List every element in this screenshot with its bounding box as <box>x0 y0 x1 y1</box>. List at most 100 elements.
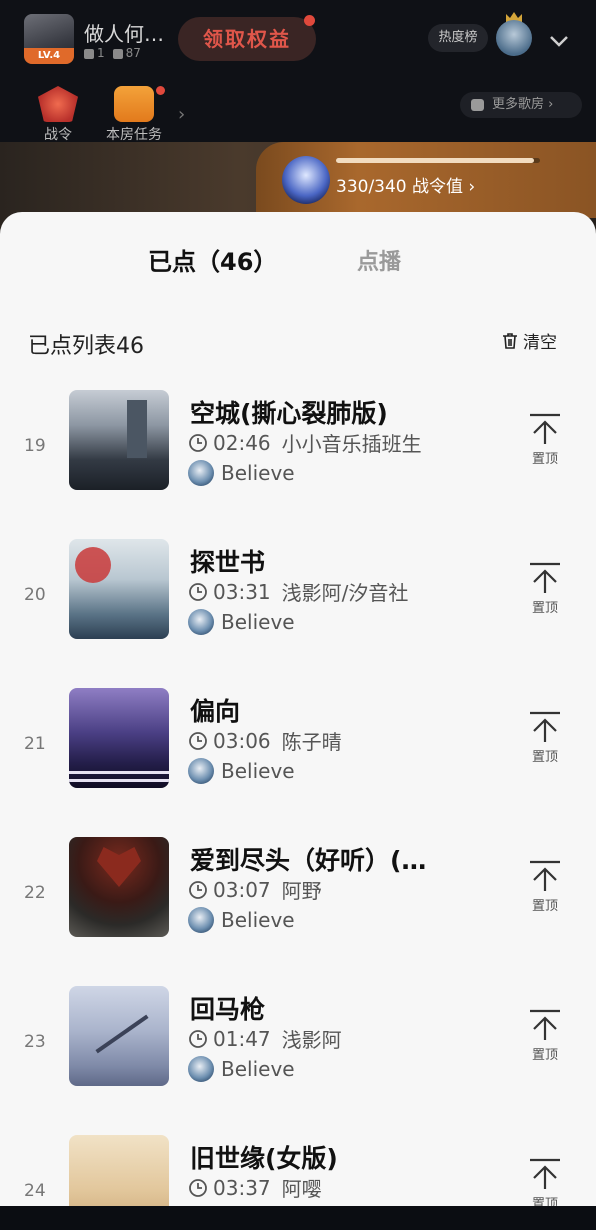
requester-name: Believe <box>221 759 295 783</box>
requester-avatar <box>188 907 214 933</box>
clock-icon <box>189 582 207 601</box>
requester-avatar <box>188 758 214 784</box>
song-title: 探世书 <box>190 548 266 577</box>
battle-pass-progress <box>336 158 540 163</box>
song-title: 回马枪 <box>190 995 266 1024</box>
song-artist: 浅影阿/汐音社 <box>281 581 409 605</box>
notification-dot <box>156 86 165 95</box>
song-artist: 小小音乐插班生 <box>281 432 422 456</box>
pin-to-top-button[interactable]: 置顶 <box>524 561 566 616</box>
list-title: 已点列表46 <box>28 334 144 359</box>
battle-pass-text[interactable]: 330/340 战令值 › <box>336 172 475 197</box>
requester: Believe <box>188 758 295 784</box>
requester-name: Believe <box>221 1057 295 1081</box>
album-cover[interactable] <box>69 688 169 788</box>
song-meta: 03:37 阿嘤 <box>188 1173 322 1202</box>
chevron-right-icon[interactable]: › <box>178 104 185 125</box>
pin-to-top-button[interactable]: 置顶 <box>524 859 566 914</box>
user-icon <box>84 48 94 59</box>
system-nav-bar <box>0 1206 596 1230</box>
pin-top-icon <box>530 1009 560 1040</box>
song-row[interactable]: 24 旧世缘(女版) 03:37 阿嘤 置顶 <box>0 1135 596 1212</box>
album-cover[interactable] <box>69 539 169 639</box>
song-duration: 03:06 <box>213 728 271 753</box>
requester: Believe <box>188 460 295 486</box>
song-row[interactable]: 20 探世书 03:31 浅影阿/汐音社 Believe 置顶 <box>0 539 596 688</box>
war-order-icon <box>38 86 78 122</box>
clock-icon <box>189 880 207 899</box>
song-duration: 03:37 <box>213 1175 271 1200</box>
pin-top-icon <box>530 413 560 444</box>
room-header: LV.4 做人何… 1 87 领取权益 热度榜 战令 本房任务 › 更多歌房 › <box>0 0 596 144</box>
song-title: 旧世缘(女版) <box>190 1144 338 1173</box>
pin-top-icon <box>530 860 560 891</box>
song-title: 偏向 <box>190 697 241 726</box>
song-index: 19 <box>24 436 46 456</box>
fans-count: 1 <box>84 46 105 60</box>
song-duration: 03:31 <box>213 579 271 604</box>
song-index: 23 <box>24 1032 46 1052</box>
song-artist: 阿野 <box>281 879 322 903</box>
chevron-down-icon[interactable] <box>548 30 570 52</box>
pin-to-top-button[interactable]: 置顶 <box>524 710 566 765</box>
tab-request[interactable]: 点播 <box>357 244 401 276</box>
requester-avatar <box>188 1056 214 1082</box>
pin-top-icon <box>530 711 560 742</box>
tab-ordered[interactable]: 已点（46） <box>148 242 277 277</box>
pin-to-top-button[interactable]: 置顶 <box>524 1157 566 1212</box>
song-duration: 01:47 <box>213 1026 271 1051</box>
room-level-badge: LV.4 <box>24 48 74 64</box>
song-index: 21 <box>24 734 46 754</box>
pin-to-top-button[interactable]: 置顶 <box>524 412 566 467</box>
requester: Believe <box>188 609 295 635</box>
more-rooms-button[interactable]: 更多歌房 › <box>460 92 582 118</box>
requester-name: Believe <box>221 461 295 485</box>
playlist-sheet: 已点（46） 点播 已点列表46 清空 19 空城(撕心裂肺版) 02:46 小小音乐… <box>0 212 596 1212</box>
album-cover[interactable] <box>69 837 169 937</box>
song-index: 22 <box>24 883 46 903</box>
requester-avatar <box>188 460 214 486</box>
song-artist: 阿嘤 <box>281 1177 322 1201</box>
pin-to-top-button[interactable]: 置顶 <box>524 1008 566 1063</box>
album-cover[interactable] <box>69 986 169 1086</box>
room-avatar[interactable]: LV.4 <box>24 14 74 64</box>
clock-icon <box>189 433 207 452</box>
song-meta: 01:47 浅影阿 <box>188 1024 342 1053</box>
album-cover[interactable] <box>69 1135 169 1212</box>
battle-pass-icon <box>282 156 330 204</box>
song-title: 爱到尽头（好听）(… <box>190 846 427 875</box>
song-title: 空城(撕心裂肺版) <box>190 399 388 428</box>
clock-icon <box>189 731 207 750</box>
room-name[interactable]: 做人何… <box>84 18 164 47</box>
host-avatar[interactable] <box>496 20 532 56</box>
song-meta: 03:07 阿野 <box>188 875 322 904</box>
task-icon <box>114 86 154 122</box>
room-stats: 1 87 <box>84 46 141 60</box>
clear-button[interactable]: 清空 <box>500 328 557 353</box>
song-duration: 02:46 <box>213 430 271 455</box>
song-meta: 03:06 陈子晴 <box>188 726 342 755</box>
trash-icon <box>503 332 517 349</box>
song-index: 20 <box>24 585 46 605</box>
album-cover[interactable] <box>69 390 169 490</box>
clock-icon <box>189 1029 207 1048</box>
nav-war-order[interactable]: 战令 <box>26 86 90 144</box>
song-meta: 02:46 小小音乐插班生 <box>188 428 422 457</box>
notification-dot <box>304 15 315 26</box>
song-row[interactable]: 21 偏向 03:06 陈子晴 Believe 置顶 <box>0 688 596 837</box>
requester-name: Believe <box>221 908 295 932</box>
song-meta: 03:31 浅影阿/汐音社 <box>188 577 408 606</box>
song-artist: 陈子晴 <box>281 730 342 754</box>
room-icon <box>471 99 484 111</box>
pin-top-icon <box>530 1158 560 1189</box>
pin-top-icon <box>530 562 560 593</box>
hot-rank-button[interactable]: 热度榜 <box>428 24 488 52</box>
claim-benefits-button[interactable]: 领取权益 <box>178 17 316 61</box>
song-row[interactable]: 23 回马枪 01:47 浅影阿 Believe 置顶 <box>0 986 596 1135</box>
song-duration: 03:07 <box>213 877 271 902</box>
requester-name: Believe <box>221 610 295 634</box>
song-index: 24 <box>24 1181 46 1201</box>
song-row[interactable]: 22 爱到尽头（好听）(… 03:07 阿野 Believe 置顶 <box>0 837 596 986</box>
song-row[interactable]: 19 空城(撕心裂肺版) 02:46 小小音乐插班生 Believe 置顶 <box>0 390 596 539</box>
group-icon <box>112 48 123 59</box>
